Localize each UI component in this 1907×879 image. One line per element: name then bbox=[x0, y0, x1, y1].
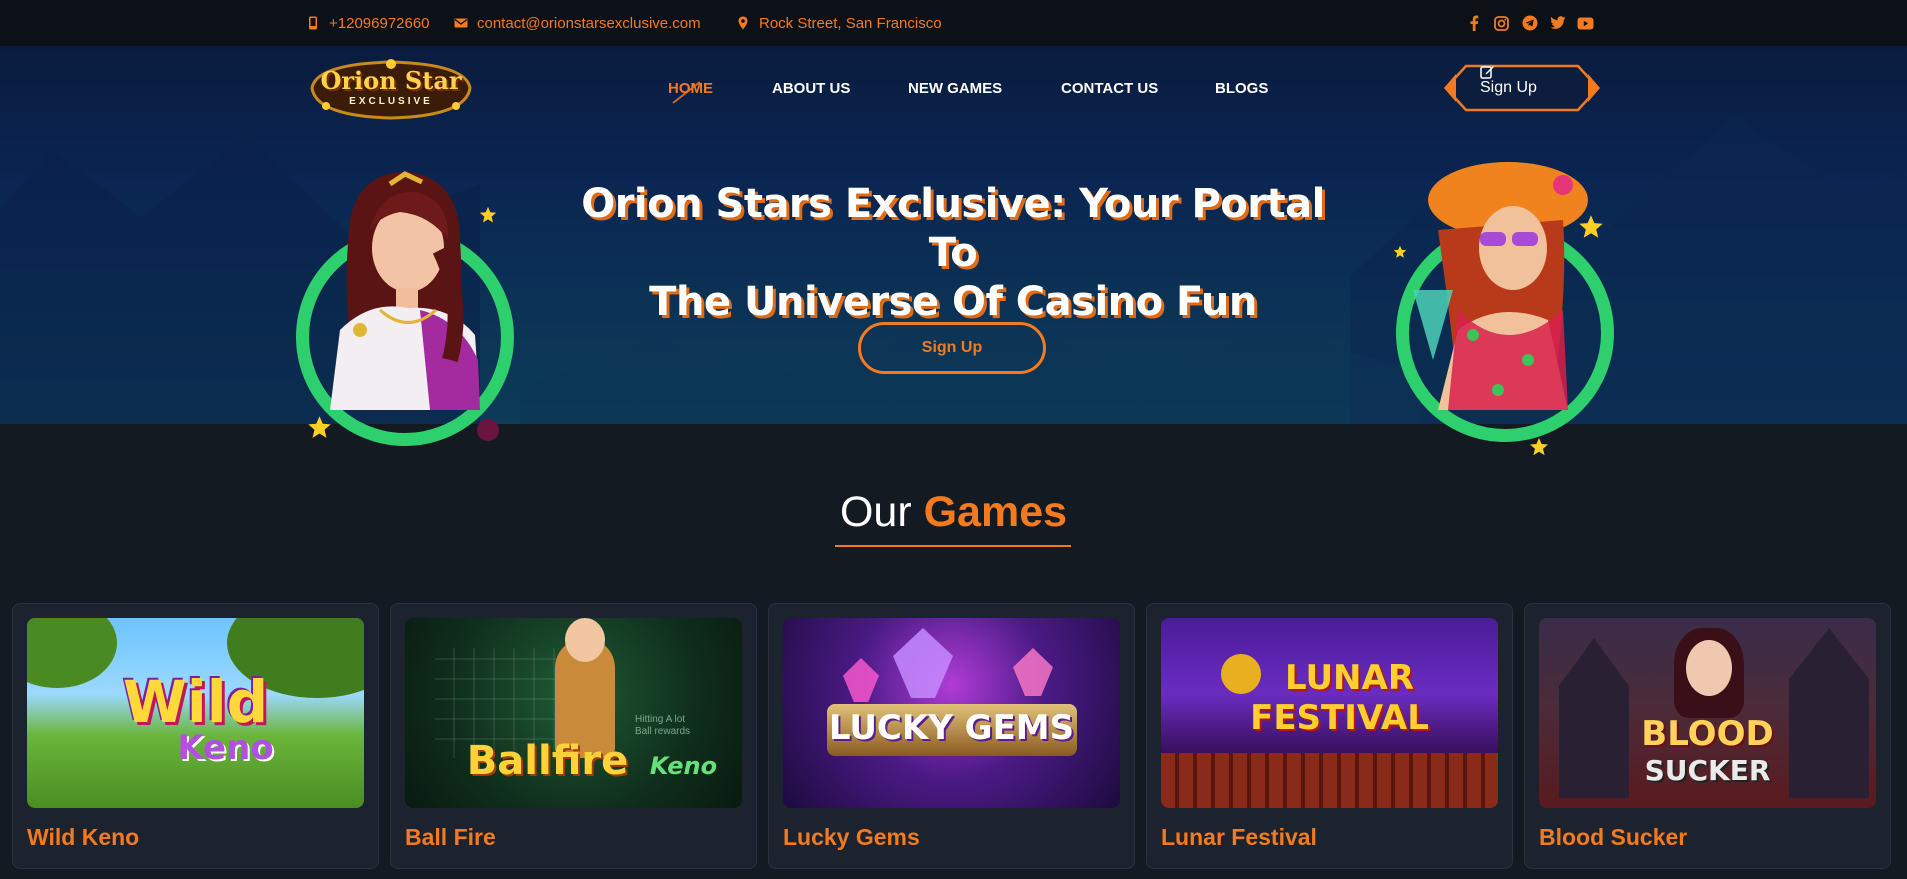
game-card-ball-fire[interactable]: Hitting A lot Ball rewards Ballfire Keno… bbox=[390, 603, 757, 869]
header-signup-button[interactable]: Sign Up bbox=[1444, 64, 1600, 112]
art-note-line2: Ball rewards bbox=[635, 726, 691, 737]
email-contact[interactable]: contact@orionstarsexclusive.com bbox=[454, 0, 701, 46]
art-subtitle: FESTIVAL bbox=[1250, 698, 1429, 738]
phone-contact[interactable]: +12096972660 bbox=[306, 0, 430, 46]
art-title: Wild bbox=[122, 668, 269, 736]
hero-signup-button[interactable]: Sign Up bbox=[858, 322, 1046, 374]
logo-text: Orion Star bbox=[320, 66, 462, 95]
art-note-line1: Hitting A lot bbox=[635, 714, 686, 725]
telegram-icon[interactable] bbox=[1521, 15, 1538, 32]
twitter-icon[interactable] bbox=[1549, 15, 1566, 32]
header-signup-label: Sign Up bbox=[1480, 79, 1537, 96]
game-thumbnail[interactable]: LUCKY GEMS bbox=[783, 618, 1120, 808]
phone-icon bbox=[309, 16, 317, 30]
games-title-white: Our bbox=[839, 488, 912, 536]
social-links bbox=[1465, 0, 1594, 46]
art-subtitle: Keno bbox=[177, 728, 274, 768]
star-icon bbox=[479, 206, 497, 223]
art-title: LUCKY GEMS bbox=[828, 708, 1075, 748]
games-title-orange: Games bbox=[923, 488, 1068, 536]
edit-icon bbox=[1480, 66, 1494, 79]
email-text: contact@orionstarsexclusive.com bbox=[477, 14, 701, 32]
game-card-lucky-gems[interactable]: LUCKY GEMS Lucky Gems bbox=[768, 603, 1135, 869]
nav-about-us[interactable]: ABOUT US bbox=[772, 80, 850, 97]
hero-title: Orion Stars Exclusive: Your Portal To Th… bbox=[560, 180, 1346, 327]
art-subtitle: Keno bbox=[649, 752, 718, 780]
beach-girl-illustration bbox=[1413, 162, 1588, 410]
star-icon bbox=[1530, 438, 1548, 456]
address-text: Rock Street, San Francisco bbox=[759, 14, 942, 32]
game-card-lunar-festival[interactable]: LUNAR FESTIVAL Lunar Festival bbox=[1146, 603, 1513, 869]
logo-subtext: EXCLUSIVE bbox=[349, 96, 433, 107]
game-name[interactable]: Lucky Gems bbox=[783, 824, 920, 851]
phone-text: +12096972660 bbox=[329, 14, 430, 32]
games-section-title: Our Games bbox=[0, 488, 1907, 537]
star-icon bbox=[1579, 215, 1603, 238]
nav-contact-us[interactable]: CONTACT US bbox=[1061, 80, 1158, 97]
games-title-underline bbox=[835, 545, 1071, 547]
game-thumbnail[interactable]: BLOOD SUCKER bbox=[1539, 618, 1876, 808]
game-name[interactable]: Lunar Festival bbox=[1161, 824, 1317, 851]
top-info-bar: +12096972660 contact@orionstarsexclusive… bbox=[0, 0, 1907, 46]
game-name[interactable]: Blood Sucker bbox=[1539, 824, 1687, 851]
goddess-illustration bbox=[330, 171, 480, 410]
game-thumbnail[interactable]: Wild Keno bbox=[27, 618, 364, 808]
map-pin-icon bbox=[738, 16, 748, 30]
envelope-icon bbox=[454, 18, 468, 28]
art-title: LUNAR bbox=[1284, 658, 1414, 698]
nav-blogs[interactable]: BLOGS bbox=[1215, 80, 1268, 97]
art-subtitle: SUCKER bbox=[1644, 754, 1771, 787]
nav-new-games[interactable]: NEW GAMES bbox=[908, 80, 1002, 97]
game-card-blood-sucker[interactable]: BLOOD SUCKER Blood Sucker bbox=[1524, 603, 1891, 869]
game-card-wild-keno[interactable]: Wild Keno Wild Keno bbox=[12, 603, 379, 869]
star-icon bbox=[308, 416, 331, 438]
decor-dot bbox=[477, 419, 499, 441]
address-contact: Rock Street, San Francisco bbox=[736, 0, 942, 46]
star-icon bbox=[1393, 245, 1407, 258]
site-logo[interactable]: Orion Star EXCLUSIVE bbox=[306, 56, 476, 122]
facebook-icon[interactable] bbox=[1465, 15, 1482, 32]
game-thumbnail[interactable]: LUNAR FESTIVAL bbox=[1161, 618, 1498, 808]
instagram-icon[interactable] bbox=[1493, 15, 1510, 32]
hero-title-line2: The Universe Of Casino Fun bbox=[649, 279, 1257, 325]
hero-title-line1: Orion Stars Exclusive: Your Portal To bbox=[581, 181, 1325, 276]
game-name[interactable]: Ball Fire bbox=[405, 824, 496, 851]
art-title: BLOOD bbox=[1641, 714, 1774, 754]
game-name[interactable]: Wild Keno bbox=[27, 824, 139, 851]
youtube-icon[interactable] bbox=[1577, 15, 1594, 32]
game-thumbnail[interactable]: Hitting A lot Ball rewards Ballfire Keno bbox=[405, 618, 742, 808]
